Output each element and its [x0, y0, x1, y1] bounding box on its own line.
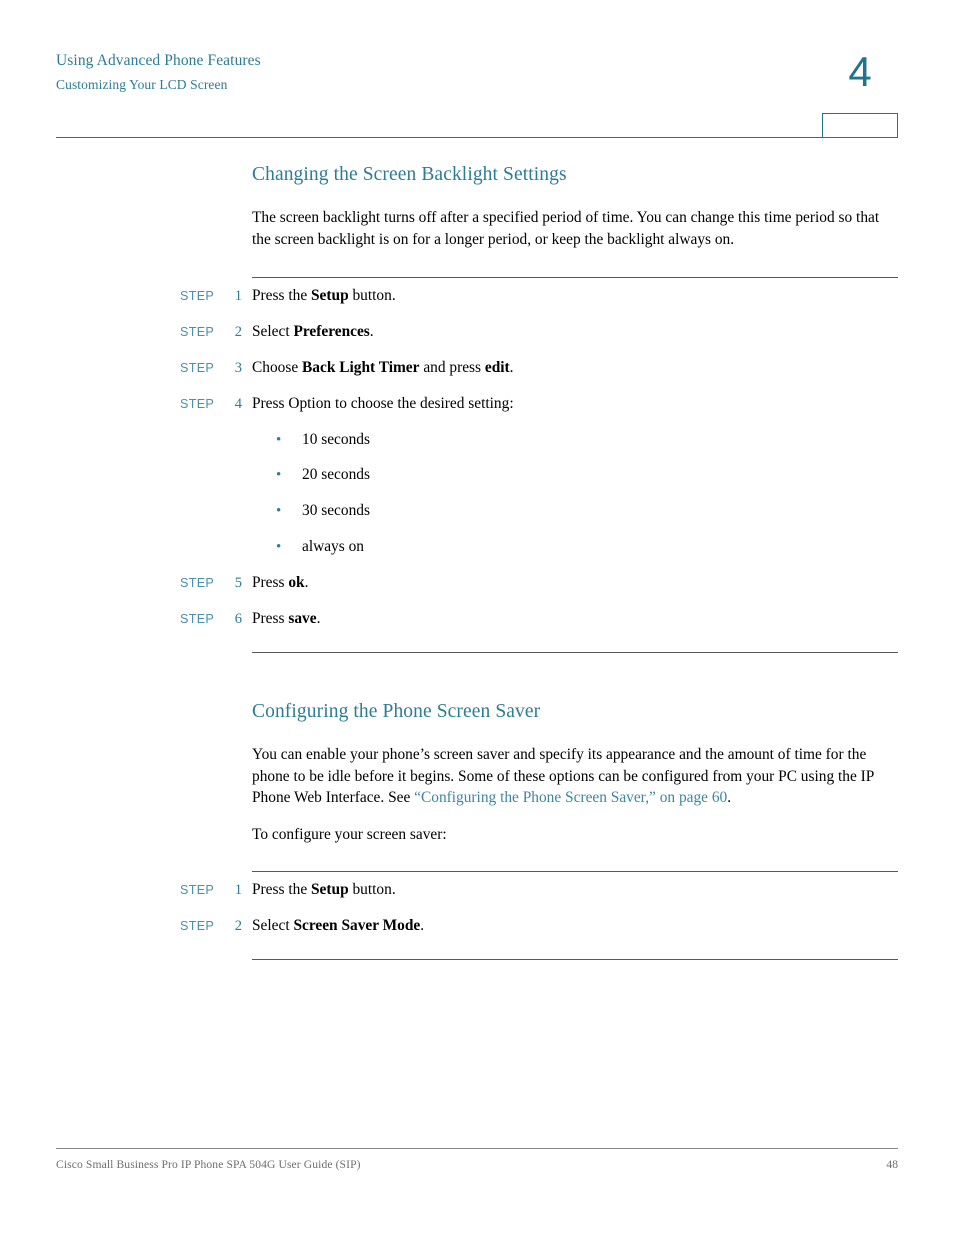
step-text-after: .: [304, 574, 309, 591]
backlight-intro-paragraph: The screen backlight turns off after a s…: [252, 209, 880, 248]
section-screen-saver-intro: You can enable your phone’s screen saver…: [252, 744, 898, 809]
step-label: STEP: [180, 612, 215, 626]
step-row-3: STEP 3 Choose Back Light Timer and press…: [0, 357, 954, 379]
step-text: Choose Back Light Timer and press edit.: [252, 357, 898, 379]
step-text-after: .: [420, 917, 425, 934]
step-text-before: Select: [252, 917, 294, 934]
list-item: • 20 seconds: [0, 464, 954, 486]
footer-divider-rule: [56, 1148, 898, 1149]
step-text-before: Select: [252, 323, 294, 340]
step-number: 1: [234, 882, 242, 898]
bullet-icon: •: [276, 503, 282, 519]
step-text-before: Choose: [252, 359, 303, 376]
step-row-1: STEP 1 Press the Setup button.: [0, 285, 954, 307]
step-row-6: STEP 6 Press save.: [0, 608, 954, 630]
step-text-bold: Setup: [311, 287, 349, 304]
running-header: Using Advanced Phone Features Customizin…: [56, 50, 756, 96]
section-screen-saver-lead: To configure your screen saver:: [252, 824, 898, 846]
step-number: 6: [234, 611, 242, 627]
step-text: Press the Setup button.: [252, 285, 898, 307]
step-label: STEP: [180, 289, 215, 303]
step-row-4: STEP 4 Press Option to choose the desire…: [0, 393, 954, 415]
step-row-1: STEP 1 Press the Setup button.: [0, 879, 954, 901]
step-number: 1: [234, 288, 242, 304]
steps-bottom-rule: [252, 959, 898, 960]
bullet-icon: •: [276, 539, 282, 555]
section-backlight-settings: Changing the Screen Backlight Settings: [252, 163, 898, 187]
list-item: • always on: [0, 536, 954, 558]
step-number: 2: [234, 324, 242, 340]
step-text: Press ok.: [252, 572, 898, 594]
step-text-bold: Setup: [311, 881, 349, 898]
step-label: STEP: [180, 576, 215, 590]
step-text-bold: Screen Saver Mode: [293, 917, 421, 934]
page-title-backlight: Changing the Screen Backlight Settings: [252, 164, 567, 185]
step-label: STEP: [180, 397, 215, 411]
footer-document-title: Cisco Small Business Pro IP Phone SPA 50…: [56, 1158, 361, 1171]
section-screen-saver: Configuring the Phone Screen Saver: [252, 700, 898, 724]
bullet-icon: •: [276, 432, 282, 448]
step-text: Select Screen Saver Mode.: [252, 915, 898, 937]
bullet-label: always on: [302, 538, 364, 555]
screen-saver-lead-paragraph: To configure your screen saver:: [252, 826, 447, 843]
list-item: • 30 seconds: [0, 500, 954, 522]
step-label: STEP: [180, 919, 215, 933]
step-number: 4: [234, 396, 242, 412]
step-number: 5: [234, 575, 242, 591]
chapter-tab-box: [822, 113, 898, 138]
steps-top-rule: [252, 871, 898, 872]
header-section-title: Customizing Your LCD Screen: [56, 77, 228, 92]
step-text-after: .: [509, 359, 514, 376]
step-text-bold: Back Light Timer: [302, 359, 420, 376]
cross-reference-link[interactable]: “Configuring the Phone Screen Saver,” on…: [414, 789, 727, 806]
footer-page-number: 48: [886, 1158, 898, 1171]
list-item: • 10 seconds: [0, 429, 954, 451]
screen-saver-intro-paragraph: You can enable your phone’s screen saver…: [252, 744, 898, 809]
section-backlight-intro: The screen backlight turns off after a s…: [252, 207, 898, 250]
bullet-label: 10 seconds: [302, 431, 370, 448]
step-text-after: button.: [348, 881, 396, 898]
step-number: 3: [234, 360, 242, 376]
step-text-bold: Preferences: [293, 323, 370, 340]
step-text-after: .: [369, 323, 374, 340]
step-text: Press save.: [252, 608, 898, 630]
step-text-mid: and press: [419, 359, 485, 376]
step-text-after: .: [316, 610, 321, 627]
paragraph-part-2: .: [727, 789, 732, 806]
page-title-screen-saver: Configuring the Phone Screen Saver: [252, 701, 541, 722]
step-text-bold: save: [288, 610, 317, 627]
step-row-5: STEP 5 Press ok.: [0, 572, 954, 594]
step-text-bold: ok: [288, 574, 305, 591]
step-label: STEP: [180, 361, 215, 375]
step-label: STEP: [180, 883, 215, 897]
step-text-before: Press the: [252, 881, 311, 898]
step-text: Select Preferences.: [252, 321, 898, 343]
bullet-label: 20 seconds: [302, 466, 370, 483]
step-row-2: STEP 2 Select Screen Saver Mode.: [0, 915, 954, 937]
step-text-bold-2: edit: [484, 359, 510, 376]
step-text: Press Option to choose the desired setti…: [252, 395, 514, 412]
step-text-before: Press: [252, 610, 289, 627]
header-chapter-title: Using Advanced Phone Features: [56, 52, 261, 69]
step-row-2: STEP 2 Select Preferences.: [0, 321, 954, 343]
step-text-before: Press: [252, 574, 289, 591]
bullet-icon: •: [276, 467, 282, 483]
step-text-before: Press the: [252, 287, 311, 304]
step-text-after: button.: [348, 287, 396, 304]
steps-bottom-rule: [252, 652, 898, 653]
step-label: STEP: [180, 325, 215, 339]
chapter-number: 4: [848, 48, 872, 95]
step-text: Press the Setup button.: [252, 879, 898, 901]
bullet-label: 30 seconds: [302, 502, 370, 519]
header-divider-rule: [56, 137, 898, 138]
steps-top-rule: [252, 277, 898, 278]
step-number: 2: [234, 918, 242, 934]
